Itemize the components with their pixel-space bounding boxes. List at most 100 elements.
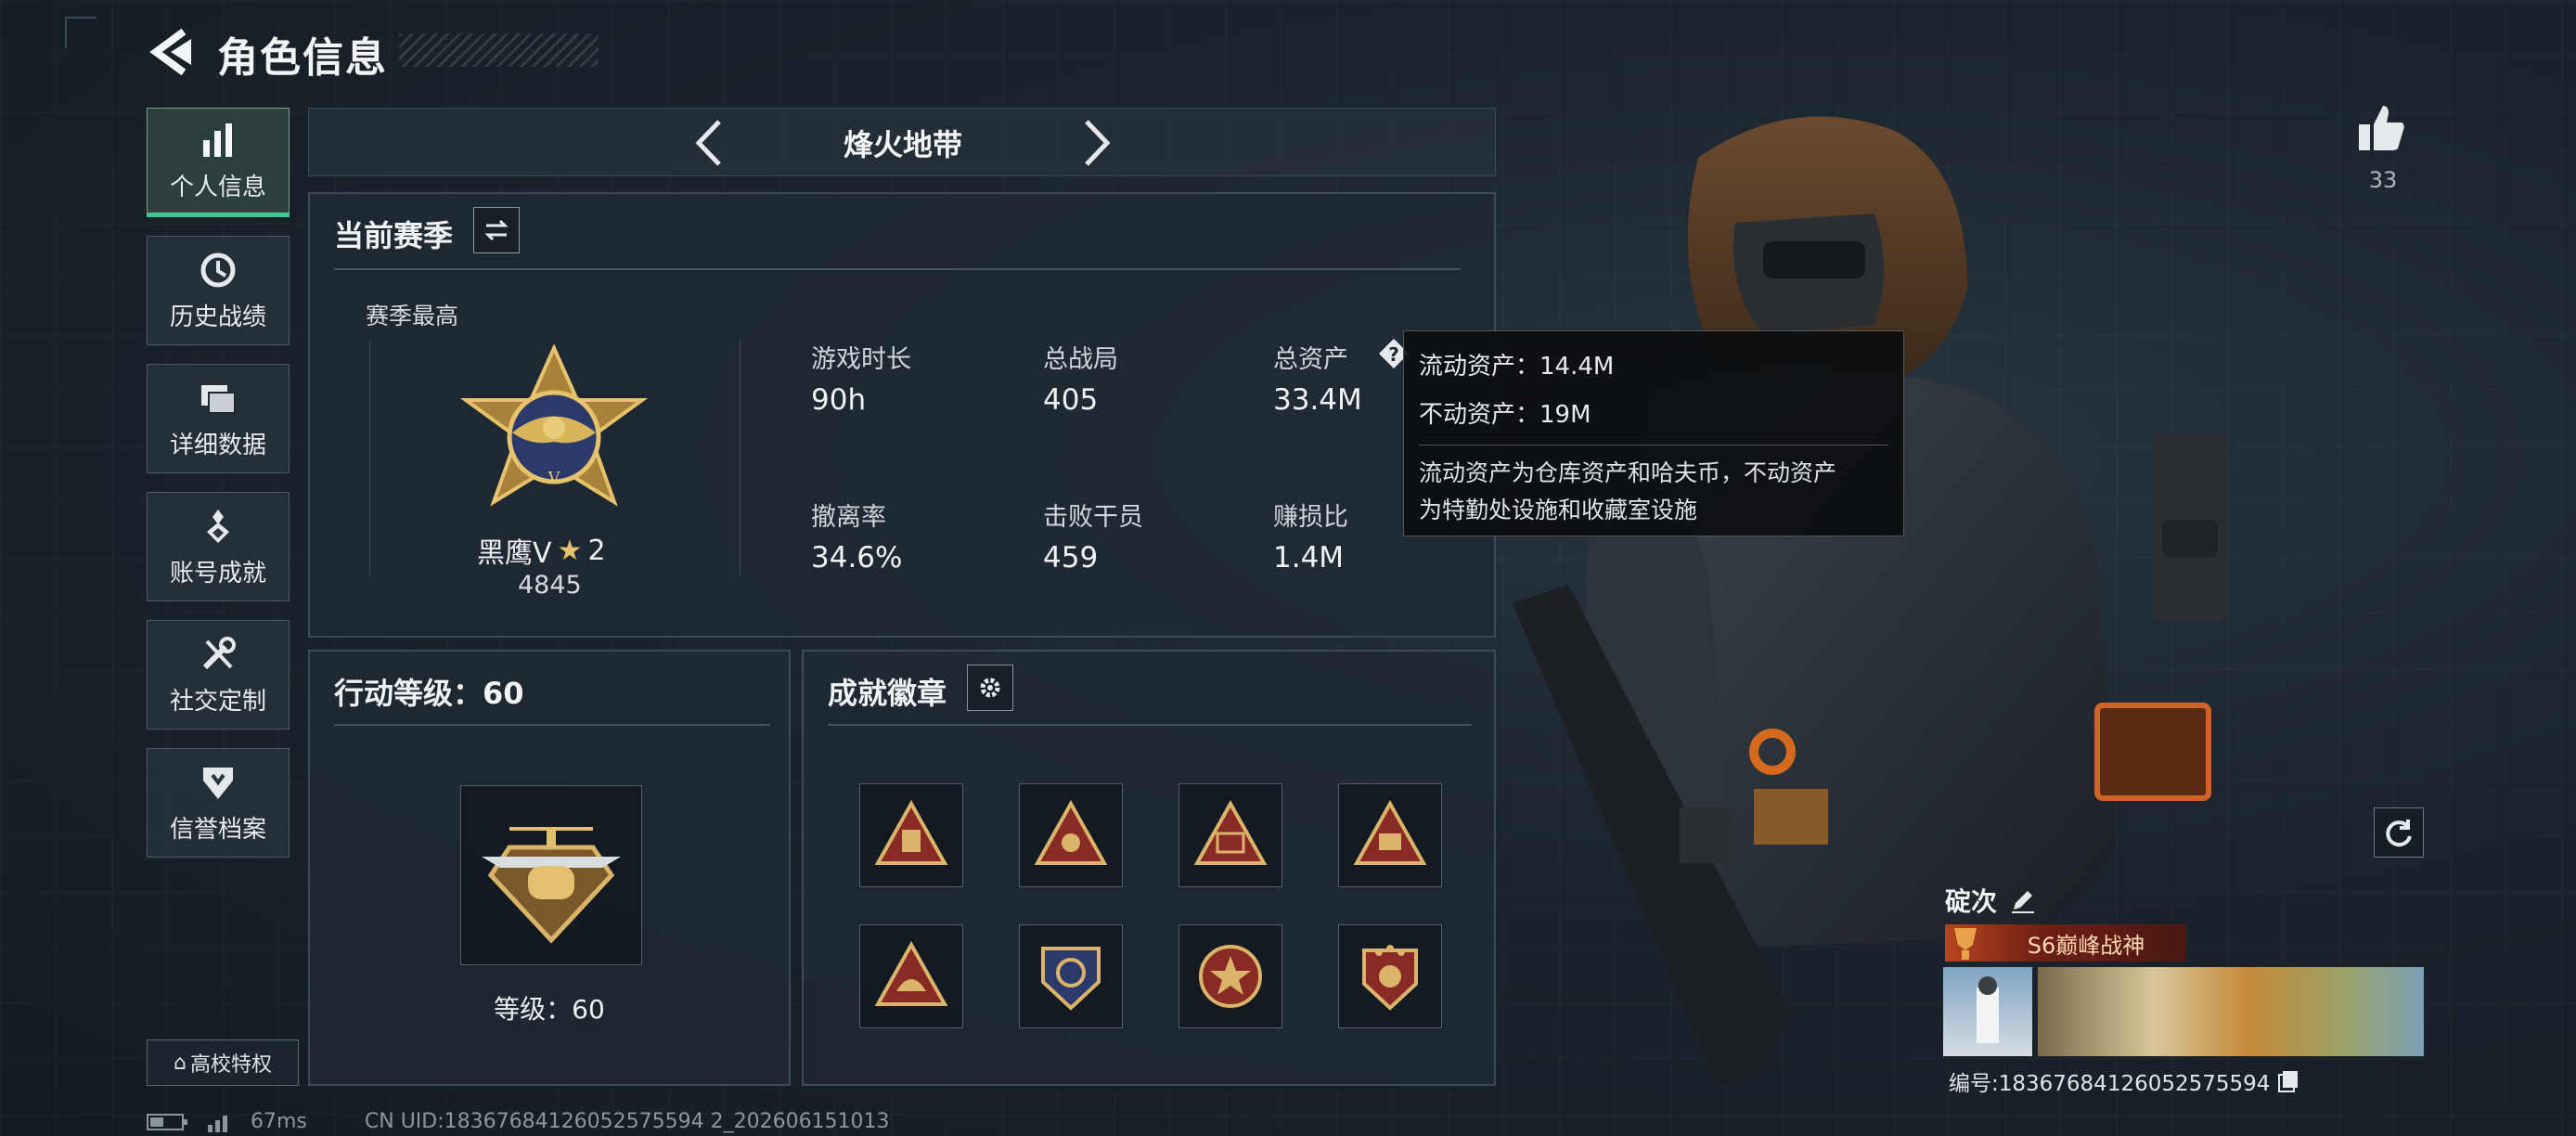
rank-points: 4845 xyxy=(518,571,582,600)
trophy-icon xyxy=(1954,928,1977,960)
battery-icon xyxy=(147,1113,187,1130)
sidebar-item-personal-info[interactable]: 个人信息 xyxy=(147,108,290,217)
mode-selector: 烽火地带 xyxy=(308,108,1496,176)
campus-label: 高校特权 xyxy=(189,1053,272,1077)
svg-text:?: ? xyxy=(1388,343,1399,366)
level-text: 等级：60 xyxy=(494,994,605,1025)
signal-icon xyxy=(208,1115,227,1132)
ping-text: 67ms xyxy=(251,1110,307,1133)
badge-slot[interactable] xyxy=(1179,783,1282,887)
thumbs-up-icon xyxy=(2359,106,2404,150)
clock-icon xyxy=(200,252,236,287)
stat-label-profit-ratio: 赚损比 xyxy=(1273,503,1348,532)
stat-value-profit-ratio: 1.4M xyxy=(1273,541,1345,574)
mode-prev-button[interactable] xyxy=(689,118,727,168)
bar-chart-icon xyxy=(203,123,232,157)
rank-emblem-icon: V xyxy=(459,344,649,507)
assets-tooltip: 流动资产：14.4M 不动资产：19M 流动资产为仓库资产和哈夫币，不动资产 为… xyxy=(1403,330,1904,536)
campus-privilege-button[interactable]: ⌂ 高校特权 xyxy=(147,1039,299,1086)
stat-value-extract-rate: 34.6% xyxy=(811,541,903,574)
like-count: 33 xyxy=(2368,167,2398,193)
sidebar-item-label: 历史战绩 xyxy=(169,303,266,331)
sidebar-item-achievements[interactable]: 账号成就 xyxy=(147,492,290,601)
copy-icon[interactable] xyxy=(2277,1069,2299,1093)
season-divider xyxy=(334,268,1461,270)
refresh-icon xyxy=(2386,820,2412,847)
sidebar-item-reputation[interactable]: 信誉档案 xyxy=(147,748,290,858)
player-avatar[interactable] xyxy=(1943,967,2032,1056)
tooltip-liquid-assets: 流动资产：14.4M xyxy=(1419,353,1615,381)
avatar-figure-icon xyxy=(1977,976,1999,1043)
badge-slot[interactable] xyxy=(1019,924,1123,1028)
stat-label-playtime: 游戏时长 xyxy=(811,345,911,374)
status-bar: 67ms CN UID:18367684126052575594 2_20260… xyxy=(147,1110,890,1133)
mode-next-button[interactable] xyxy=(1079,118,1116,168)
sidebar-item-history[interactable]: 历史战绩 xyxy=(147,236,290,345)
triangle-badge-icon xyxy=(1193,799,1268,865)
stat-label-total-assets: 总资产 xyxy=(1273,345,1348,374)
player-name: 碇次 xyxy=(1945,886,1998,917)
action-level-divider xyxy=(334,724,770,726)
player-name-row: 碇次 xyxy=(1945,882,2036,919)
triangle-badge-icon xyxy=(874,799,948,865)
shield-icon xyxy=(203,767,233,799)
stat-value-playtime: 90h xyxy=(811,383,867,417)
tooltip-desc-line1: 流动资产为仓库资产和哈夫币，不动资产 xyxy=(1419,459,1837,486)
stat-label-kills: 击败干员 xyxy=(1043,503,1143,532)
achievement-badge-panel: 成就徽章 xyxy=(802,650,1496,1086)
swap-icon xyxy=(484,219,509,241)
season-best-label: 赛季最高 xyxy=(366,303,459,329)
back-arrow-icon xyxy=(149,28,191,76)
tooltip-fixed-assets: 不动资产：19M xyxy=(1419,401,1591,429)
badge-settings-button[interactable] xyxy=(967,665,1013,711)
rank-name: 黑鹰V xyxy=(477,537,552,570)
player-title-badge: S6巅峰战神 xyxy=(1945,924,2186,962)
star-icon: ★ xyxy=(557,534,583,567)
stat-value-total-matches: 405 xyxy=(1043,383,1099,417)
sidebar-item-detailed-data[interactable]: 详细数据 xyxy=(147,364,290,473)
stat-label-extract-rate: 撤离率 xyxy=(811,503,886,532)
badge-divider xyxy=(828,724,1472,726)
rank-name-row: 黑鹰V ★ 2 xyxy=(477,530,606,571)
round-badge-icon xyxy=(1199,945,1262,1008)
sidebar-item-social-custom[interactable]: 社交定制 xyxy=(147,620,290,729)
like-button[interactable] xyxy=(2353,100,2409,156)
badge-slot[interactable] xyxy=(1019,783,1123,887)
page-title: 角色信息 xyxy=(217,34,388,82)
gear-icon xyxy=(980,678,1000,698)
folder-icon xyxy=(201,384,236,414)
mode-title: 烽火地带 xyxy=(843,127,962,162)
player-id: 编号:18367684126052575594 xyxy=(1949,1072,2271,1096)
action-level-header: 行动等级：60 xyxy=(334,676,524,711)
triangle-badge-icon xyxy=(874,940,948,1006)
stat-label-total-matches: 总战局 xyxy=(1043,345,1118,374)
medal-icon xyxy=(207,509,229,543)
title-decoration xyxy=(399,33,599,67)
triangle-badge-icon xyxy=(1034,799,1108,865)
season-header: 当前赛季 xyxy=(334,218,454,253)
campus-icon: ⌂ xyxy=(174,1051,187,1075)
helicopter-emblem-icon xyxy=(482,827,621,944)
badge-slot[interactable] xyxy=(1338,783,1442,887)
badge-slot[interactable] xyxy=(859,924,963,1028)
badge-slot[interactable] xyxy=(1338,924,1442,1028)
sidebar-item-label: 账号成就 xyxy=(169,559,266,587)
corner-decoration xyxy=(65,17,97,48)
edit-pencil-icon[interactable] xyxy=(2010,887,2036,913)
rotate-model-button[interactable] xyxy=(2374,807,2424,858)
action-level-panel: 行动等级：60 等级：60 xyxy=(308,650,791,1086)
wrench-icon xyxy=(202,636,236,669)
badge-header: 成就徽章 xyxy=(828,676,947,711)
stat-value-kills: 459 xyxy=(1043,541,1099,574)
switch-season-button[interactable] xyxy=(473,207,520,253)
badge-slot[interactable] xyxy=(1179,924,1282,1028)
sidebar-item-label: 社交定制 xyxy=(169,687,266,716)
back-button[interactable] xyxy=(147,26,193,78)
tooltip-desc-line2: 为特勤处设施和收藏室设施 xyxy=(1419,497,1698,523)
shield-badge-icon xyxy=(1041,947,1101,1011)
sidebar-item-label: 信誉档案 xyxy=(169,815,266,844)
player-id-row: 编号:18367684126052575594 xyxy=(1949,1065,2299,1097)
player-banner-image xyxy=(2038,967,2424,1056)
sidebar-item-label: 个人信息 xyxy=(169,173,266,201)
badge-slot[interactable] xyxy=(859,783,963,887)
